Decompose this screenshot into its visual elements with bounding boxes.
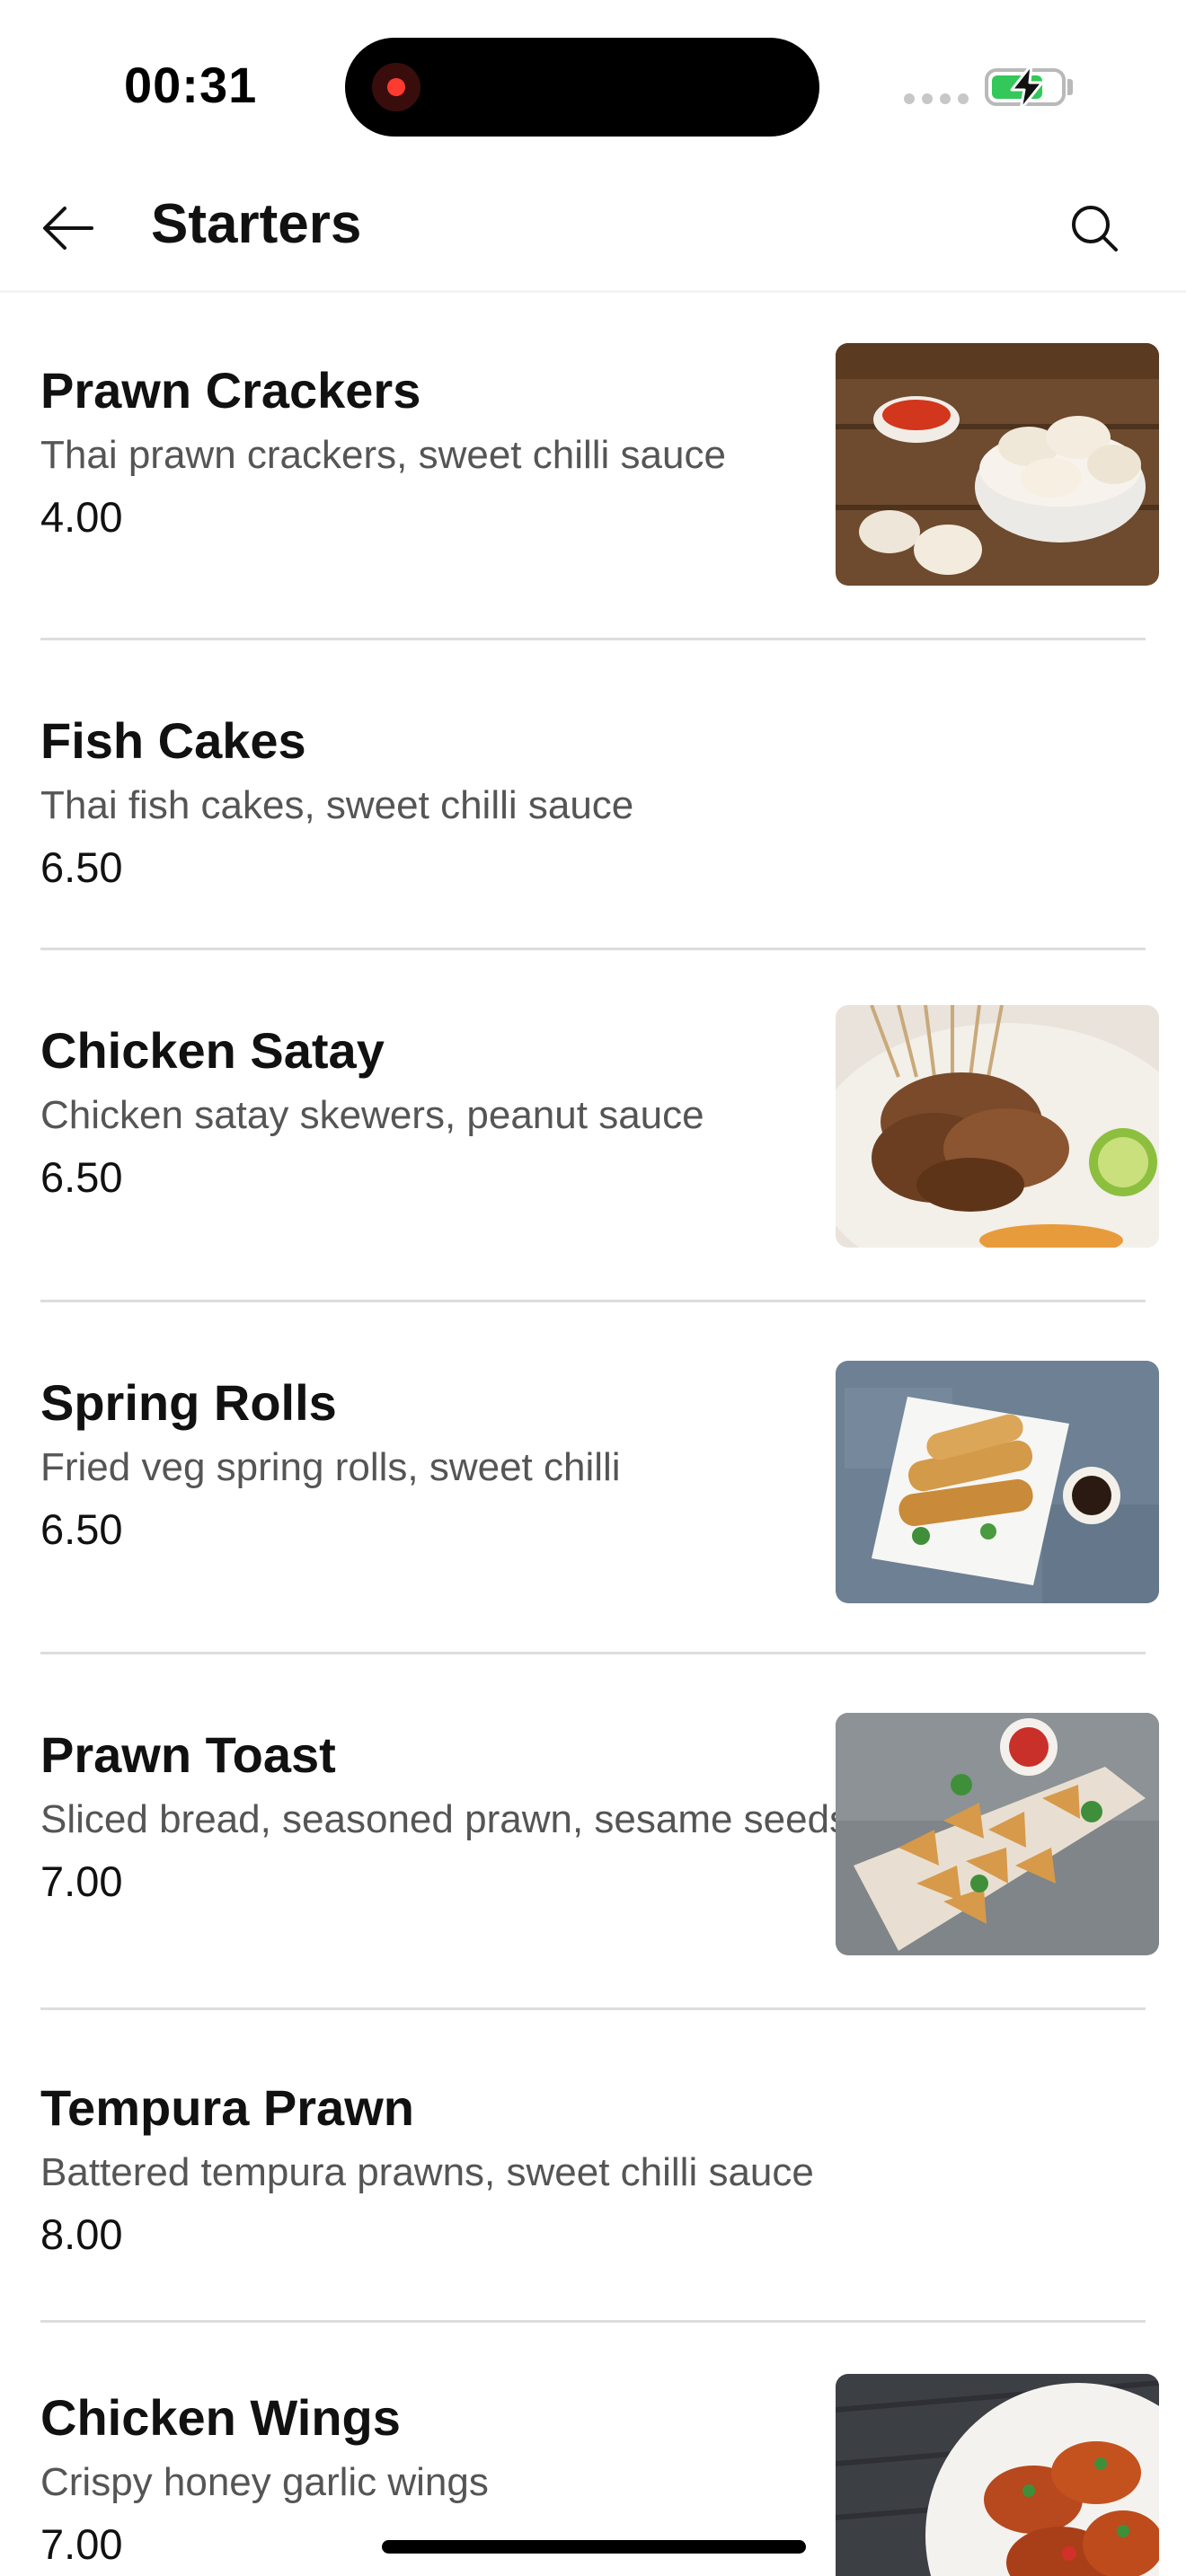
item-photo-chicken-wings — [836, 2374, 1159, 2576]
menu-item-tempura-prawn[interactable]: Tempura Prawn Battered tempura prawns, s… — [0, 2010, 1186, 2323]
item-price: 6.50 — [40, 1153, 123, 1201]
dynamic-island — [345, 38, 819, 137]
app-header: Starters — [0, 171, 1186, 293]
item-description: Thai fish cakes, sweet chilli sauce — [40, 783, 634, 827]
item-photo-prawn-crackers — [836, 343, 1159, 586]
item-price: 6.50 — [40, 843, 123, 891]
item-price: 6.50 — [40, 1505, 123, 1553]
item-photo-chicken-satay — [836, 1005, 1159, 1248]
item-photo-spring-rolls — [836, 1361, 1159, 1603]
cellular-signal-icon — [904, 93, 969, 104]
item-name: Prawn Toast — [40, 1726, 336, 1783]
back-button[interactable] — [36, 196, 101, 260]
item-divider — [40, 948, 1146, 950]
item-description: Fried veg spring rolls, sweet chilli — [40, 1445, 621, 1489]
search-icon — [1072, 206, 1118, 251]
menu-item-prawn-crackers[interactable]: Prawn Crackers Thai prawn crackers, swee… — [0, 293, 1186, 643]
item-name: Tempura Prawn — [40, 2079, 414, 2136]
menu-item-chicken-satay[interactable]: Chicken Satay Chicken satay skewers, pea… — [0, 953, 1186, 1305]
item-photo-prawn-toast — [836, 1713, 1159, 1955]
item-name: Prawn Crackers — [40, 362, 421, 419]
item-name: Spring Rolls — [40, 1374, 337, 1431]
item-price: 8.00 — [40, 2210, 123, 2258]
item-name: Fish Cakes — [40, 712, 306, 769]
item-divider — [40, 638, 1146, 640]
search-button[interactable] — [1062, 196, 1127, 260]
battery-cap — [1067, 79, 1073, 95]
screen-recording-icon — [372, 63, 420, 111]
item-price: 7.00 — [40, 1857, 123, 1905]
item-name: Chicken Satay — [40, 1022, 385, 1079]
item-description: Battered tempura prawns, sweet chilli sa… — [40, 2150, 814, 2194]
menu-item-prawn-toast[interactable]: Prawn Toast Sliced bread, seasoned prawn… — [0, 1657, 1186, 2010]
menu-item-fish-cakes[interactable]: Fish Cakes Thai fish cakes, sweet chilli… — [0, 643, 1186, 953]
page-title: Starters — [151, 193, 362, 255]
item-divider — [40, 1300, 1146, 1302]
item-description: Chicken satay skewers, peanut sauce — [40, 1093, 704, 1137]
status-time: 00:31 — [124, 57, 258, 113]
status-bar: 00:31 — [0, 0, 1186, 171]
arrow-left-icon — [43, 207, 93, 250]
home-indicator[interactable] — [382, 2540, 806, 2554]
item-description: Sliced bread, seasoned prawn, sesame see… — [40, 1797, 850, 1841]
menu-item-chicken-wings[interactable]: Chicken Wings Crispy honey garlic wings … — [0, 2320, 1186, 2576]
item-price: 4.00 — [40, 493, 123, 541]
charging-bolt-icon — [1010, 63, 1044, 111]
item-divider — [40, 1652, 1146, 1654]
menu-item-spring-rolls[interactable]: Spring Rolls Fried veg spring rolls, swe… — [0, 1305, 1186, 1657]
item-description: Crispy honey garlic wings — [40, 2460, 489, 2504]
item-description: Thai prawn crackers, sweet chilli sauce — [40, 433, 726, 477]
item-name: Chicken Wings — [40, 2389, 401, 2446]
item-price: 7.00 — [40, 2520, 123, 2568]
